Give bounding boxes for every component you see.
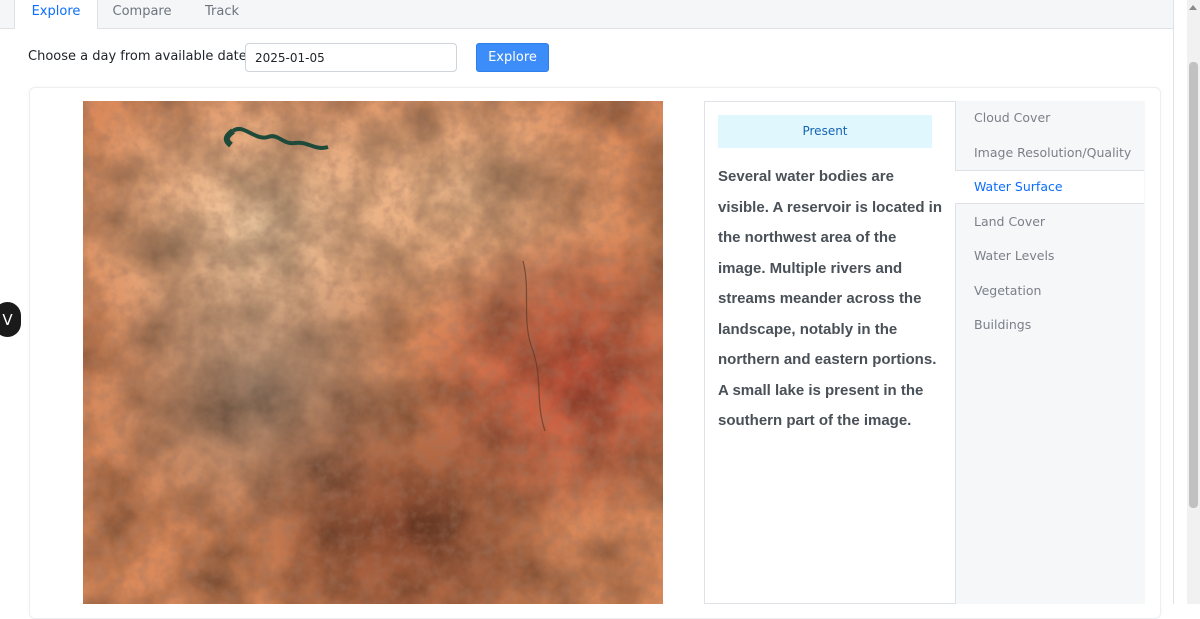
tab-bar: Explore Compare Track [0, 0, 1173, 29]
category-land-cover[interactable]: Land Cover [955, 205, 1144, 239]
collapse-toggle-button[interactable]: V [0, 302, 21, 337]
chevron-down-icon: V [2, 310, 13, 329]
scroll-up-arrow-icon[interactable] [1189, 5, 1197, 10]
category-buildings[interactable]: Buildings [955, 308, 1144, 342]
category-vegetation[interactable]: Vegetation [955, 274, 1144, 308]
tab-track[interactable]: Track [190, 0, 254, 28]
vertical-scrollbar[interactable] [1187, 0, 1200, 604]
analysis-description: Several water bodies are visible. A rese… [718, 168, 942, 429]
date-picker-label: Choose a day from available dates: [28, 49, 258, 64]
tab-compare[interactable]: Compare [101, 0, 183, 28]
scrollbar-thumb[interactable] [1189, 62, 1198, 508]
category-image-resolution[interactable]: Image Resolution/Quality [955, 136, 1144, 170]
tab-explore[interactable]: Explore [14, 0, 98, 29]
category-water-levels[interactable]: Water Levels [955, 239, 1144, 273]
category-water-surface[interactable]: Water Surface [955, 170, 1144, 204]
date-input[interactable] [245, 43, 457, 72]
present-badge: Present [718, 115, 932, 148]
explore-button[interactable]: Explore [476, 43, 549, 72]
satellite-image [83, 101, 663, 604]
category-cloud-cover[interactable]: Cloud Cover [955, 101, 1144, 135]
